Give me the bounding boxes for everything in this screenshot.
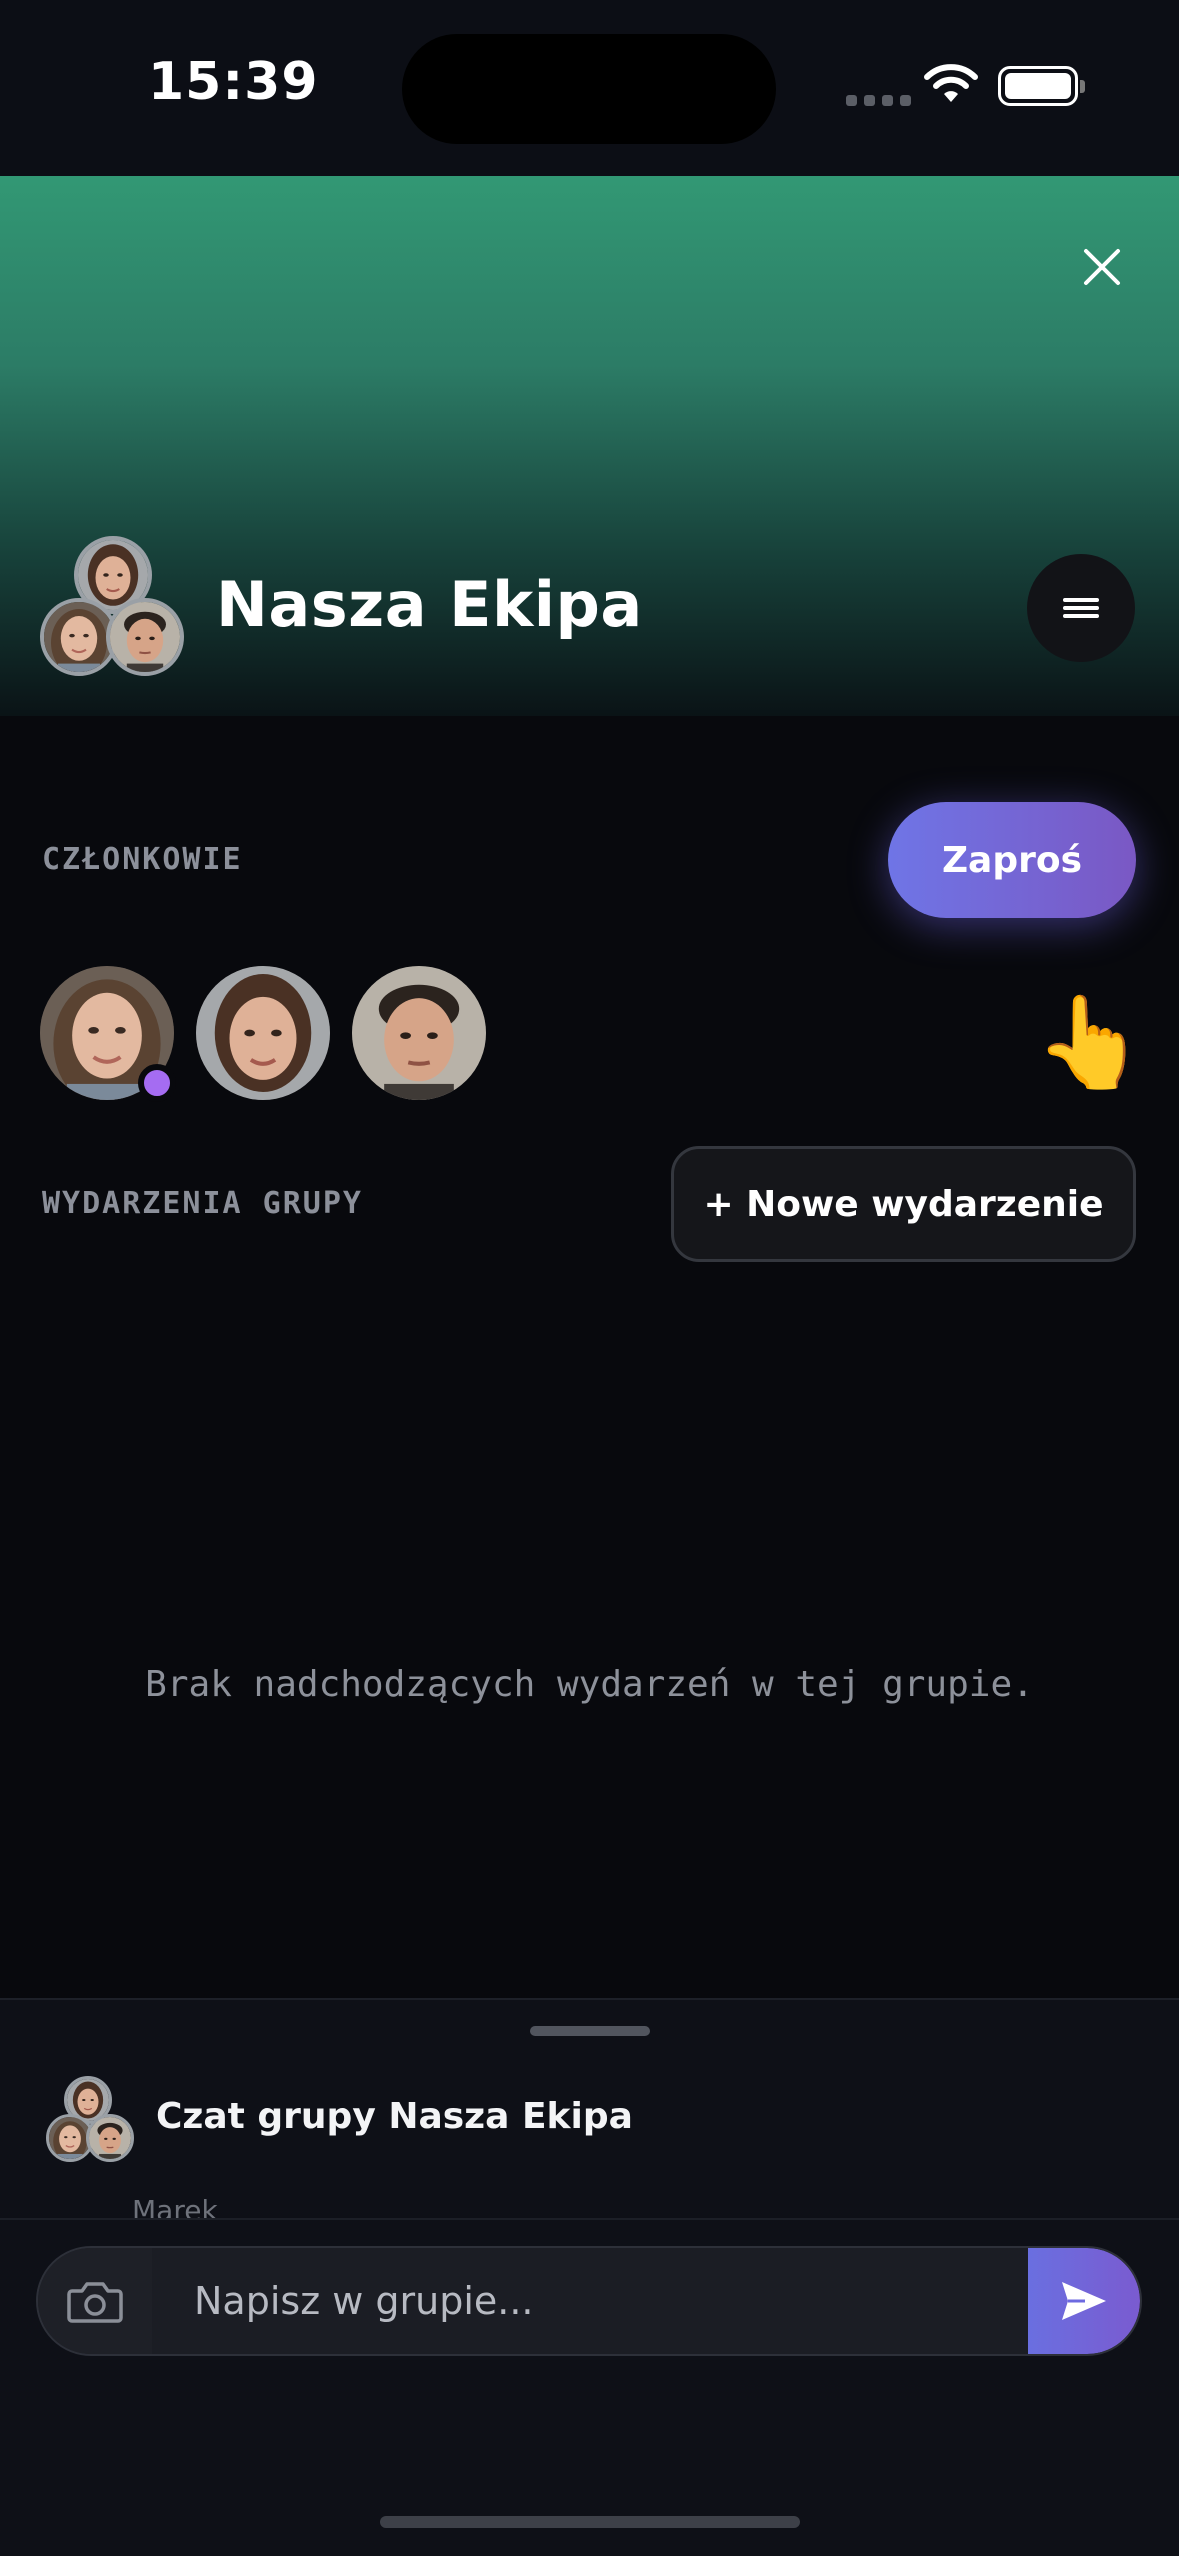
camera-icon: [67, 2282, 123, 2323]
avatar: [106, 598, 184, 676]
new-event-button[interactable]: + Nowe wydarzenie: [671, 1146, 1136, 1262]
events-section-label: WYDARZENIA GRUPY: [42, 1186, 363, 1221]
close-icon: [1084, 249, 1120, 285]
avatar: [86, 2114, 134, 2162]
group-header: Nasza Ekipa: [0, 176, 1179, 716]
page-title: Nasza Ekipa: [216, 568, 643, 641]
group-chat-sheet[interactable]: Czat grupy Nasza Ekipa Marek: [0, 1998, 1179, 2556]
sheet-grabber-handle[interactable]: [530, 2026, 650, 2036]
wifi-icon: [924, 64, 978, 102]
member-avatar[interactable]: [352, 966, 486, 1100]
dynamic-island: [402, 34, 776, 144]
divider: [0, 2218, 1179, 2220]
member-avatar[interactable]: [196, 966, 330, 1100]
members-list: [40, 966, 486, 1100]
menu-button[interactable]: [1027, 554, 1135, 662]
home-indicator[interactable]: [380, 2516, 800, 2528]
cellular-signal-icon: [846, 95, 911, 106]
empty-events-message: Brak nadchodzących wydarzeń w tej grupie…: [145, 1664, 1034, 1705]
send-button[interactable]: [1028, 2248, 1140, 2354]
pointing-hand-icon: 👆: [1034, 990, 1147, 1095]
battery-icon: [998, 66, 1085, 106]
send-icon: [1062, 2282, 1106, 2320]
status-bar: 15:39: [0, 0, 1179, 176]
group-avatar: [40, 536, 190, 676]
hamburger-menu-icon: [1063, 594, 1099, 622]
members-section-label: CZŁONKOWIE: [42, 842, 243, 877]
invite-button[interactable]: Zaproś: [888, 802, 1136, 918]
message-input[interactable]: [152, 2248, 1032, 2354]
close-button[interactable]: [1071, 236, 1133, 298]
chat-title[interactable]: Czat grupy Nasza Ekipa: [156, 2096, 633, 2137]
message-composer: [36, 2246, 1142, 2356]
status-time: 15:39: [148, 52, 319, 112]
camera-button[interactable]: [38, 2248, 152, 2354]
chat-group-avatar: [46, 2076, 138, 2162]
online-status-dot: [138, 1064, 176, 1102]
last-message-sender: Marek: [132, 2194, 218, 2218]
